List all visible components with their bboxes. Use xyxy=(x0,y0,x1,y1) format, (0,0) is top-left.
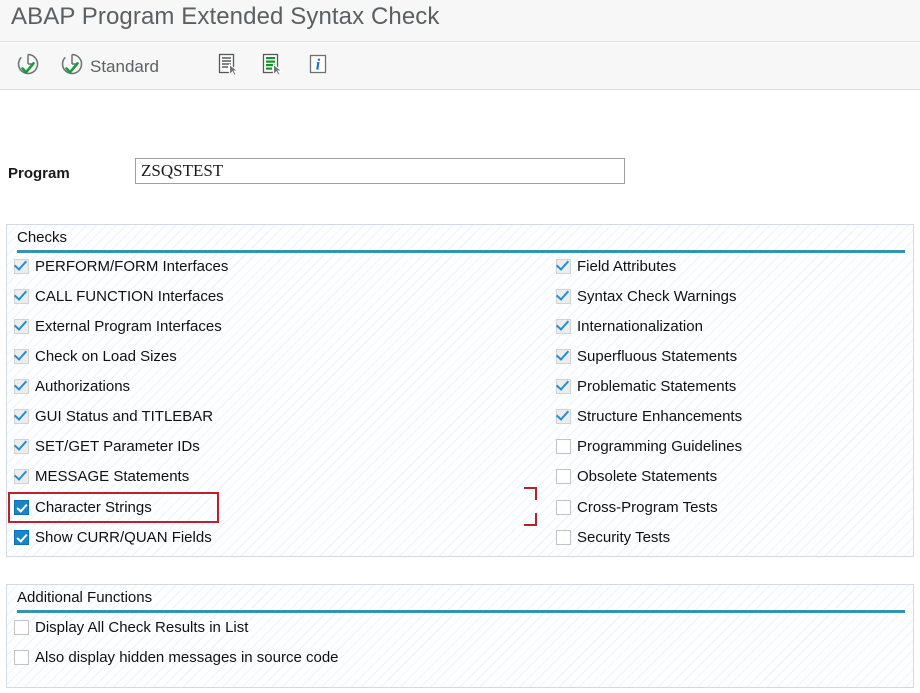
check-call-function-interfaces[interactable]: CALL FUNCTION Interfaces xyxy=(14,284,224,308)
check-syntax-check-warnings[interactable]: Syntax Check Warnings xyxy=(556,284,737,308)
check-internationalization[interactable]: Internationalization xyxy=(556,314,703,338)
check-message-statements[interactable]: MESSAGE Statements xyxy=(14,464,189,488)
checkbox-icon[interactable] xyxy=(556,288,571,304)
check-label: Check on Load Sizes xyxy=(35,347,177,365)
checkbox-icon[interactable] xyxy=(14,348,29,364)
check-label: Problematic Statements xyxy=(577,377,737,395)
list-select-icon xyxy=(215,51,241,82)
checkbox-icon[interactable] xyxy=(556,529,571,545)
check-cross-program-tests[interactable]: Cross-Program Tests xyxy=(556,495,718,519)
checkbox-icon[interactable] xyxy=(556,258,571,274)
check-perform-form-interfaces[interactable]: PERFORM/FORM Interfaces xyxy=(14,254,228,278)
checkbox-icon[interactable] xyxy=(556,408,571,424)
check-label: External Program Interfaces xyxy=(35,317,222,335)
check-label: Internationalization xyxy=(577,317,703,335)
check-label: Field Attributes xyxy=(577,257,677,275)
check-label: Cross-Program Tests xyxy=(577,498,718,516)
check-label: MESSAGE Statements xyxy=(35,467,190,485)
clock-check-icon xyxy=(15,51,41,82)
checkbox-icon[interactable] xyxy=(556,378,571,394)
checkbox-icon[interactable] xyxy=(14,619,29,635)
check-label: Superfluous Statements xyxy=(577,347,738,365)
check-problematic-statements[interactable]: Problematic Statements xyxy=(556,374,736,398)
information-button[interactable]: i xyxy=(302,49,339,84)
svg-text:i: i xyxy=(316,57,321,74)
additional-functions-title: Additional Functions xyxy=(17,589,153,606)
checkbox-icon[interactable] xyxy=(14,408,29,424)
check-label: Authorizations xyxy=(35,377,131,395)
checkbox-icon[interactable] xyxy=(556,348,571,364)
check-label: Obsolete Statements xyxy=(577,467,718,485)
check-also-display-hidden-messages[interactable]: Also display hidden messages in source c… xyxy=(14,645,339,669)
additional-functions-rule xyxy=(17,610,905,613)
check-structure-enhancements[interactable]: Structure Enhancements xyxy=(556,404,742,428)
toolbar: Standard i xyxy=(0,43,920,90)
checkbox-icon[interactable] xyxy=(556,438,571,454)
window-title-bar: ABAP Program Extended Syntax Check xyxy=(0,0,920,42)
program-selection-row: Program xyxy=(0,155,920,200)
check-label: Security Tests xyxy=(577,528,671,546)
checkbox-icon[interactable] xyxy=(14,649,29,665)
checkbox-icon[interactable] xyxy=(556,318,571,334)
check-authorizations[interactable]: Authorizations xyxy=(14,374,130,398)
check-label: Programming Guidelines xyxy=(577,437,743,455)
check-field-attributes[interactable]: Field Attributes xyxy=(556,254,676,278)
check-label: Show CURR/QUAN Fields xyxy=(35,528,212,546)
checkbox-icon[interactable] xyxy=(556,468,571,484)
standard-check-button[interactable]: Standard xyxy=(55,49,163,84)
check-label: Character Strings xyxy=(35,498,152,516)
check-display-all-check-results-in-list[interactable]: Display All Check Results in List xyxy=(14,615,248,639)
checkbox-icon[interactable] xyxy=(14,288,29,304)
checkbox-icon[interactable] xyxy=(14,468,29,484)
page-title: ABAP Program Extended Syntax Check xyxy=(11,3,440,30)
info-icon: i xyxy=(305,51,331,82)
check-label: GUI Status and TITLEBAR xyxy=(35,407,214,425)
check-superfluous-statements[interactable]: Superfluous Statements xyxy=(556,344,737,368)
check-on-load-sizes[interactable]: Check on Load Sizes xyxy=(14,344,177,368)
display-green-list-button[interactable] xyxy=(256,49,293,84)
check-character-strings[interactable]: Character Strings xyxy=(14,495,152,519)
check-security-tests[interactable]: Security Tests xyxy=(556,525,670,549)
check-label: SET/GET Parameter IDs xyxy=(35,437,200,455)
check-label: Structure Enhancements xyxy=(577,407,743,425)
checkbox-icon[interactable] xyxy=(14,258,29,274)
check-gui-status-and-titlebar[interactable]: GUI Status and TITLEBAR xyxy=(14,404,213,428)
checkbox-icon[interactable] xyxy=(14,529,29,545)
checks-panel-rule xyxy=(17,250,905,253)
checkbox-icon[interactable] xyxy=(14,378,29,394)
checks-panel-title: Checks xyxy=(17,229,68,246)
check-label: Syntax Check Warnings xyxy=(577,287,737,305)
display-list-button[interactable] xyxy=(212,49,249,84)
checkbox-icon[interactable] xyxy=(14,499,29,515)
check-label: Display All Check Results in List xyxy=(35,618,249,636)
standard-check-label: Standard xyxy=(90,56,159,76)
check-label: PERFORM/FORM Interfaces xyxy=(35,257,229,275)
program-label: Program xyxy=(8,165,70,182)
checkbox-icon[interactable] xyxy=(14,438,29,454)
check-programming-guidelines[interactable]: Programming Guidelines xyxy=(556,434,742,458)
check-external-program-interfaces[interactable]: External Program Interfaces xyxy=(14,314,222,338)
checkbox-icon[interactable] xyxy=(556,499,571,515)
check-obsolete-statements[interactable]: Obsolete Statements xyxy=(556,464,717,488)
check-set-get-parameter-ids[interactable]: SET/GET Parameter IDs xyxy=(14,434,200,458)
check-label: CALL FUNCTION Interfaces xyxy=(35,287,224,305)
program-input[interactable] xyxy=(135,158,625,184)
check-show-curr-quan-fields[interactable]: Show CURR/QUAN Fields xyxy=(14,525,212,549)
green-list-select-icon xyxy=(259,51,285,82)
clock-check-icon xyxy=(59,51,85,82)
check-label: Also display hidden messages in source c… xyxy=(35,648,339,666)
execute-check-button[interactable] xyxy=(12,49,49,84)
checkbox-icon[interactable] xyxy=(14,318,29,334)
